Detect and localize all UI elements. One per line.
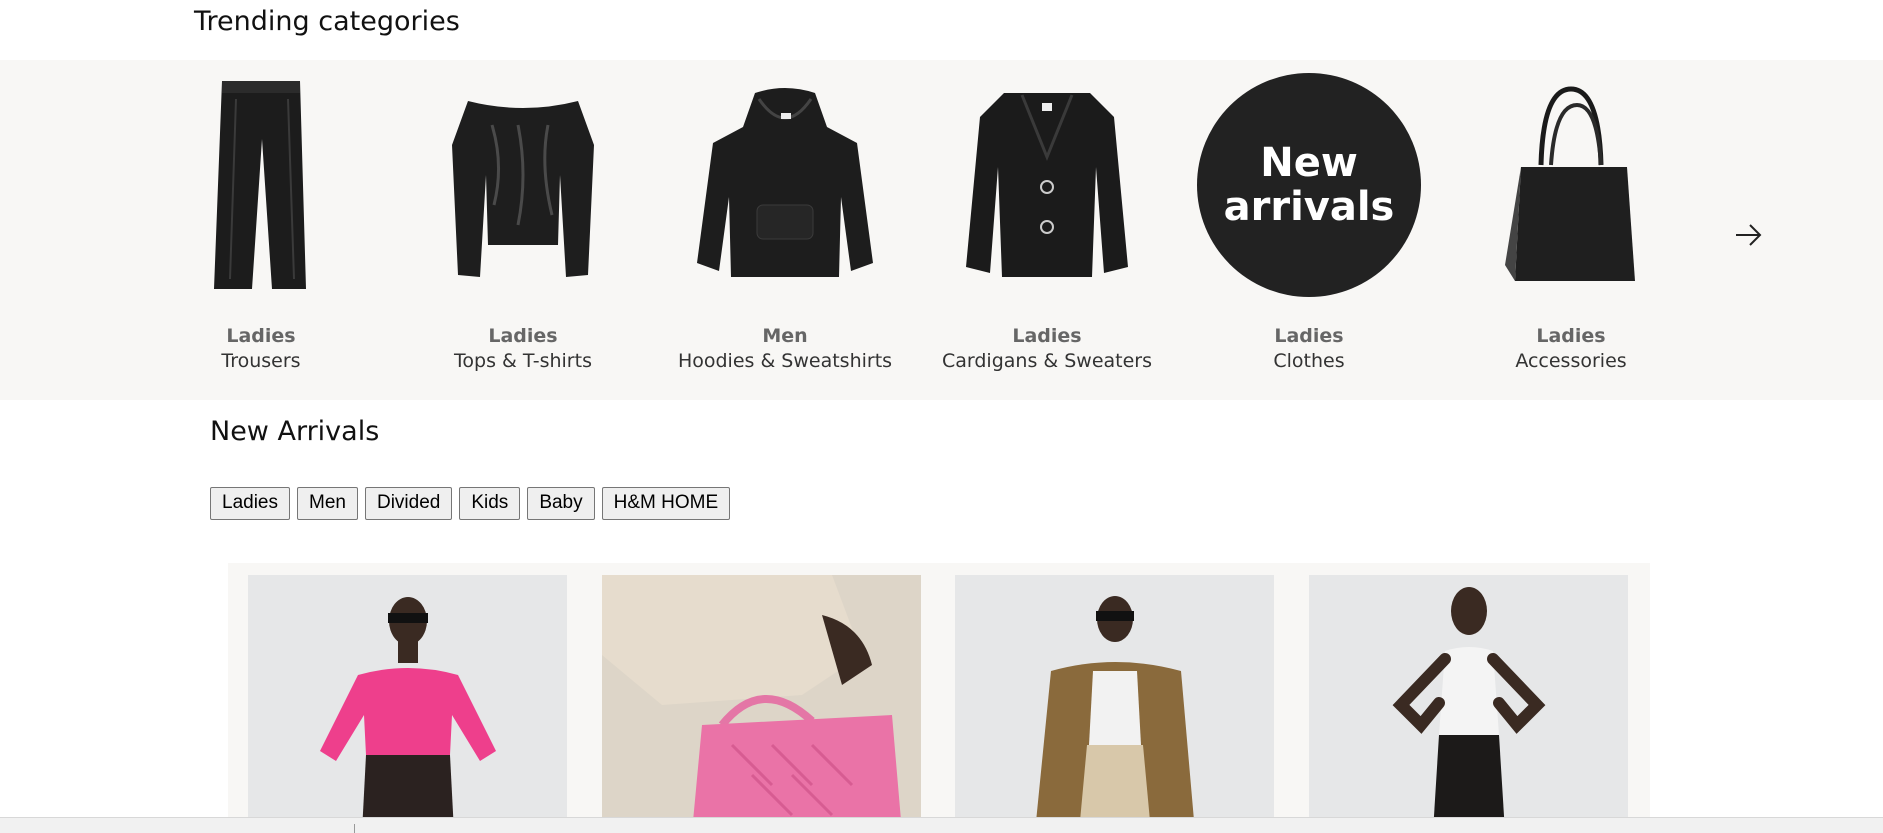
trending-categories-carousel: Ladies Trousers Ladies Tops & T-shirts M… (0, 60, 1883, 400)
filter-ladies-button[interactable]: Ladies (210, 487, 290, 520)
category-name: Clothes (1273, 350, 1345, 372)
category-name: Hoodies & Sweatshirts (677, 350, 893, 372)
category-dept: Ladies (1274, 325, 1344, 347)
category-name: Cardigans & Sweaters (941, 350, 1153, 372)
category-ladies-accessories[interactable]: Ladies Accessories (1456, 60, 1686, 374)
category-ladies-trousers[interactable]: Ladies Trousers (146, 60, 376, 374)
product-grid (228, 563, 1650, 832)
category-ladies-tops[interactable]: Ladies Tops & T-shirts (408, 60, 638, 374)
satin-top-image (408, 60, 638, 310)
category-name: Accessories (1515, 350, 1627, 372)
new-arrivals-badge: New arrivals (1197, 73, 1421, 297)
category-dept: Ladies (226, 325, 296, 347)
new-arrivals-title: New Arrivals (210, 416, 380, 447)
category-ladies-cardigans[interactable]: Ladies Cardigans & Sweaters (932, 60, 1162, 374)
category-men-hoodies[interactable]: Men Hoodies & Sweatshirts (670, 60, 900, 374)
tote-bag-image (1456, 60, 1686, 310)
category-name: Tops & T-shirts (454, 350, 592, 372)
bottom-scrollbar (0, 817, 1883, 833)
category-dept: Ladies (1012, 325, 1082, 347)
product-image (320, 597, 496, 832)
arrow-right-icon (1736, 224, 1762, 246)
filter-divided-button[interactable]: Divided (364, 487, 453, 520)
category-dept: Ladies (488, 325, 558, 347)
filter-baby-button[interactable]: Baby (527, 487, 595, 520)
filter-kids-button[interactable]: Kids (459, 487, 521, 520)
product-card-trench-coat[interactable] (955, 575, 1274, 832)
product-image (1035, 596, 1195, 832)
product-card-pink-bag[interactable] (602, 575, 921, 832)
filter-hm-home-button[interactable]: H&M HOME (601, 487, 731, 520)
category-name: Trousers (221, 350, 301, 372)
hoodie-image (670, 60, 900, 310)
trending-categories-title: Trending categories (194, 6, 460, 37)
category-dept: Ladies (1536, 325, 1606, 347)
trousers-image (146, 60, 376, 310)
badge-line-2: arrivals (1223, 184, 1395, 230)
product-card-white-tank[interactable] (1309, 575, 1628, 832)
department-filter-bar: Ladies Men Divided Kids Baby H&M HOME (210, 487, 731, 520)
product-image (602, 575, 921, 832)
cardigan-image (932, 60, 1162, 310)
category-dept: Men (762, 325, 808, 347)
category-ladies-clothes[interactable]: New arrivals Ladies Clothes (1194, 60, 1424, 374)
product-card-pink-top[interactable] (248, 575, 567, 832)
badge-line-1: New (1260, 140, 1358, 186)
filter-men-button[interactable]: Men (297, 487, 358, 520)
carousel-next-button[interactable] (1730, 220, 1766, 250)
product-image (1392, 587, 1546, 832)
